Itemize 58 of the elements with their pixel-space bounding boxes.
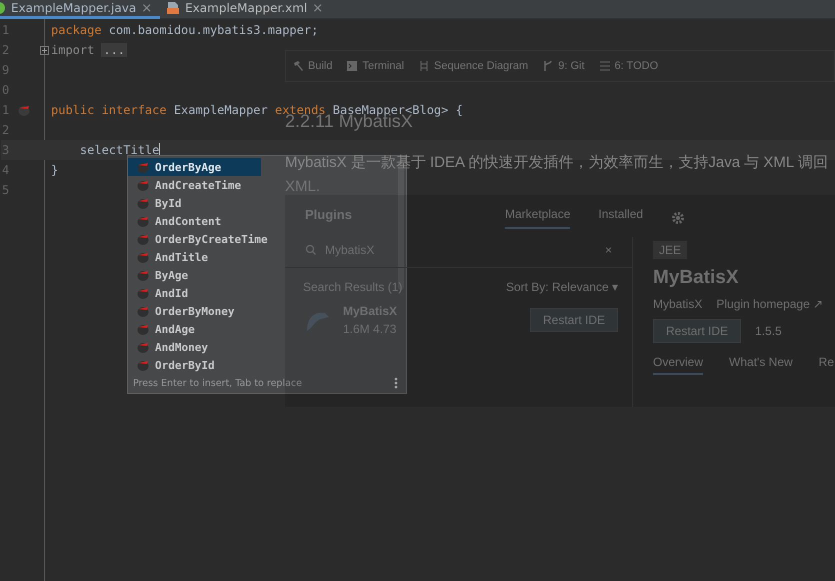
line-number: 1 (2, 103, 10, 117)
file-tab[interactable]: ExampleMapper.java × (0, 0, 160, 19)
version-text: 1.5.5 (755, 324, 782, 338)
line-number: 4 (2, 163, 10, 177)
detail-tab[interactable]: What's New (729, 355, 793, 375)
completion-item[interactable]: AndMoney (128, 338, 214, 356)
detail-tab[interactable]: Overview (653, 355, 704, 375)
completion-item[interactable]: OrderById (128, 356, 221, 374)
close-icon[interactable]: × (141, 0, 152, 16)
completion-item[interactable]: ById (128, 194, 188, 212)
dialog-tab[interactable]: Installed (598, 207, 644, 229)
close-icon[interactable]: × (312, 0, 324, 16)
restart-button[interactable]: Restart IDE (653, 319, 742, 343)
vendor-text: MybatisX (653, 297, 702, 311)
detail-tab[interactable]: Re (818, 355, 834, 375)
line-number: 0 (2, 83, 10, 97)
sort-dropdown[interactable]: Sort By: Relevance ▾ (506, 280, 618, 294)
hint-text: Press Enter to insert, Tab to replace (133, 378, 302, 388)
list-icon (598, 60, 611, 72)
terminal-icon (346, 60, 358, 72)
completion-item[interactable]: AndTitle (128, 248, 214, 266)
restart-button[interactable]: Restart IDE (530, 308, 618, 332)
line-number: 5 (2, 183, 10, 197)
more-icon[interactable] (394, 377, 398, 389)
branch-icon (542, 60, 554, 72)
file-tab[interactable]: ExampleMapper.xml × (160, 0, 332, 19)
dialog-tab[interactable]: Marketplace (505, 207, 570, 229)
completion-item[interactable]: AndContent (128, 212, 228, 230)
completion-item[interactable]: AndCreateTime (128, 176, 248, 194)
line-number: 1 (2, 23, 10, 37)
plugin-title: MyBatisX (653, 267, 739, 289)
xml-file-icon (166, 1, 180, 15)
line-number: 9 (2, 63, 10, 77)
tool-window-button[interactable]: Build (292, 60, 332, 72)
completion-item[interactable]: OrderByMoney (128, 302, 240, 320)
line-number: 2 (2, 123, 10, 137)
code-line: package com.baomidou.mybatis3.mapper; (51, 23, 318, 37)
fold-icon[interactable] (40, 46, 48, 54)
completion-item[interactable]: AndId (128, 284, 194, 302)
category-tag: JEE (653, 241, 688, 259)
tool-window-button[interactable]: 6: TODO (598, 60, 658, 72)
search-icon (305, 244, 317, 256)
paragraph-text: MybatisX 是一款基于 IDEA 的快速开发插件，为效率而生，支持Java 与 XML 调回 (285, 153, 829, 172)
settings-icon[interactable] (671, 211, 686, 225)
code-line: import ... (51, 43, 128, 57)
hammer-icon (292, 60, 304, 72)
completion-item[interactable]: AndAge (128, 320, 201, 338)
completion-item[interactable]: ByAge (128, 266, 194, 284)
homepage-link[interactable]: Plugin homepage ↗ (716, 297, 824, 311)
completion-item[interactable]: OrderByAge (128, 158, 262, 176)
tool-window-button[interactable]: 9: Git (542, 60, 585, 72)
clear-icon[interactable]: × (604, 243, 612, 257)
completion-item[interactable]: OrderByCreateTime (128, 230, 274, 248)
line-number: 2 (2, 43, 10, 57)
diagram-icon (418, 60, 430, 72)
code-line: } (51, 163, 58, 177)
tool-window-button[interactable]: Terminal (346, 60, 404, 72)
tool-window-button[interactable]: Sequence Diagram (418, 60, 528, 72)
